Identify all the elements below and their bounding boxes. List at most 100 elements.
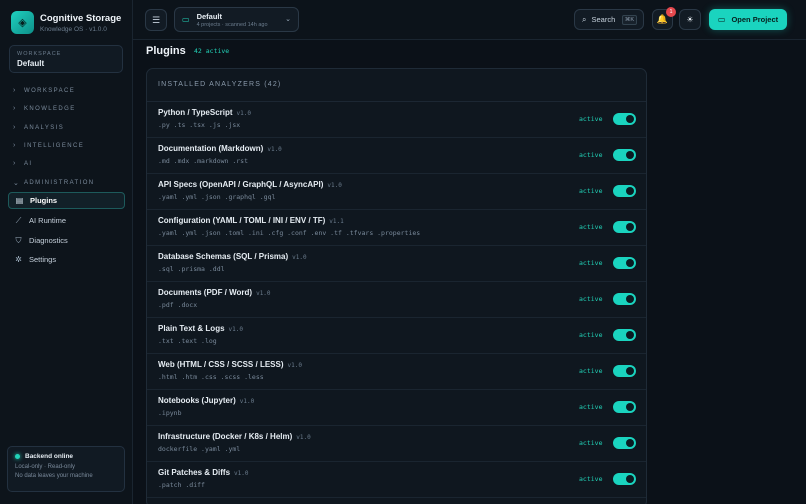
analyzer-toggle[interactable] — [613, 401, 636, 413]
nav-section-ai[interactable]: › AI — [13, 160, 32, 167]
analyzer-extensions: .md .mdx .markdown .rst — [158, 157, 249, 165]
analyzer-extensions: .ipynb — [158, 409, 182, 417]
analyzer-status: active — [579, 475, 603, 483]
chevron-right-icon: › — [13, 87, 17, 94]
analyzer-version: v1.0 — [256, 290, 271, 297]
analyzer-toggle[interactable] — [613, 221, 636, 233]
analyzer-row: Python / TypeScript v1.0 .py .ts .tsx .js … — [147, 102, 646, 138]
analyzer-toggle[interactable] — [613, 365, 636, 377]
analyzer-toggle[interactable] — [613, 473, 636, 485]
analyzer-toggle[interactable] — [613, 329, 636, 341]
search-shortcut: ⌘K — [621, 15, 637, 25]
chart-icon: ⟋ — [15, 215, 22, 225]
sidebar-item-diagnostics[interactable]: ⛉ Diagnostics — [8, 232, 125, 249]
chevron-down-icon: ⌄ — [13, 180, 21, 187]
analyzer-toggle[interactable] — [613, 113, 636, 125]
analyzer-toggle[interactable] — [613, 293, 636, 305]
sidebar-item-label: Diagnostics — [29, 236, 68, 245]
analyzer-extensions: .yaml .yml .json .toml .ini .cfg .conf .… — [158, 229, 421, 237]
analyzer-version: v1.0 — [287, 362, 302, 369]
analyzer-name: Documents (PDF / Word) v1.0 — [158, 288, 635, 297]
search-button[interactable]: ⌕ Search ⌘K — [574, 9, 644, 30]
analyzer-toggle[interactable] — [613, 185, 636, 197]
chevron-right-icon: › — [13, 160, 17, 167]
hamburger-icon: ☰ — [151, 14, 161, 25]
analyzer-name-text: Database Schemas (SQL / Prisma) — [158, 252, 289, 261]
workspace-label: WORKSPACE — [17, 51, 62, 57]
nav-section-analysis[interactable]: › ANALYSIS — [13, 124, 64, 131]
chevron-down-icon: ⌄ — [285, 16, 291, 23]
sidebar-item-plugins[interactable]: ▤ Plugins — [8, 192, 125, 209]
analyzer-name-text: Python / TypeScript — [158, 108, 233, 117]
toggle-knob — [626, 223, 634, 231]
analyzer-extensions: .txt .text .log — [158, 337, 217, 345]
theme-toggle-button[interactable]: ☀ — [679, 9, 701, 30]
analyzer-name-text: Documents (PDF / Word) — [158, 288, 253, 297]
sidebar-item-label: Plugins — [30, 196, 58, 205]
nav-section-label: AI — [24, 160, 33, 167]
toggle-knob — [626, 259, 634, 267]
notifications-button[interactable]: 🔔 1 — [652, 7, 676, 30]
analyzer-version: v1.0 — [296, 434, 311, 441]
sidebar-item-settings[interactable]: ✲ Settings — [8, 251, 125, 268]
workspace-selector[interactable]: WORKSPACE Default — [9, 45, 123, 73]
folder-icon: ▭ — [717, 15, 726, 24]
analyzer-row: Notebooks (Jupyter) v1.0 .ipynb active — [147, 390, 646, 426]
project-subtitle: 4 projects · scanned 14h ago — [196, 21, 268, 28]
sidebar-item-ai-runtime[interactable]: ⟋ AI Runtime — [8, 212, 125, 229]
nav-section-intelligence[interactable]: › INTELLIGENCE — [13, 142, 84, 149]
analyzer-toggle[interactable] — [613, 257, 636, 269]
analyzer-toggle[interactable] — [613, 149, 636, 161]
analyzer-name: Web (HTML / CSS / SCSS / LESS) v1.0 — [158, 360, 635, 369]
analyzer-status: active — [579, 439, 603, 447]
bell-icon: 🔔 — [656, 14, 669, 24]
analyzer-version: v1.1 — [329, 218, 344, 225]
nav-section-administration[interactable]: ⌄ ADMINISTRATION — [13, 179, 95, 187]
analyzer-list: Python / TypeScript v1.0 .py .ts .tsx .js … — [147, 102, 646, 498]
analyzer-row: Documents (PDF / Word) v1.0 .pdf .docx acti… — [147, 282, 646, 318]
nav-section-label: ADMINISTRATION — [24, 180, 95, 186]
toggle-knob — [626, 115, 634, 123]
analyzer-name: Infrastructure (Docker / K8s / Helm) v1.0 — [158, 432, 635, 441]
analyzer-status: active — [579, 259, 603, 267]
nav-section-label: ANALYSIS — [24, 124, 65, 131]
search-label: Search — [591, 15, 616, 24]
analyzer-row: Git Patches & Diffs v1.0 .patch .diff activ… — [147, 462, 646, 498]
analyzer-status: active — [579, 115, 603, 123]
analyzer-status: active — [579, 403, 603, 411]
nav-section-label: INTELLIGENCE — [24, 142, 85, 149]
project-selector[interactable]: ▭ Default 4 projects · scanned 14h ago ⌄ — [174, 7, 299, 32]
nav-section-workspace[interactable]: › WORKSPACE — [13, 87, 75, 94]
sidebar: ◈ Cognitive Storage Knowledge OS · v1.0.… — [0, 0, 133, 504]
analyzer-toggle[interactable] — [613, 437, 636, 449]
analyzer-extensions: .yaml .yml .json .graphql .gql — [158, 193, 276, 201]
analyzer-name: Database Schemas (SQL / Prisma) v1.0 — [158, 252, 635, 261]
chevron-right-icon: › — [13, 142, 17, 149]
project-name: Default — [196, 11, 222, 21]
backend-title: Backend online — [25, 453, 74, 460]
menu-button[interactable]: ☰ — [145, 9, 167, 31]
analyzer-name-text: API Specs (OpenAPI / GraphQL / AsyncAPI) — [158, 180, 324, 189]
analyzer-name: Documentation (Markdown) v1.0 — [158, 144, 635, 153]
active-count-badge: 42 active — [194, 47, 230, 55]
analyzer-version: v1.0 — [236, 110, 251, 117]
toggle-knob — [626, 403, 634, 411]
toggle-knob — [626, 475, 634, 483]
analyzer-name-text: Infrastructure (Docker / K8s / Helm) — [158, 432, 293, 441]
sidebar-item-label: AI Runtime — [29, 216, 67, 225]
backend-line1: Local-only · Read-only — [15, 464, 76, 470]
analyzer-version: v1.0 — [234, 470, 249, 477]
open-project-button[interactable]: ▭ Open Project — [709, 9, 787, 30]
status-dot-icon — [15, 454, 20, 459]
sidebar-item-label: Settings — [29, 255, 57, 264]
plugin-icon: ▤ — [15, 196, 24, 205]
nav-section-knowledge[interactable]: › KNOWLEDGE — [13, 105, 76, 112]
brand[interactable]: ◈ Cognitive Storage Knowledge OS · v1.0.… — [11, 11, 121, 34]
gear-icon: ✲ — [15, 255, 22, 264]
nav-section-label: KNOWLEDGE — [24, 105, 76, 112]
toggle-knob — [626, 439, 634, 447]
toggle-knob — [626, 151, 634, 159]
page-title: Plugins — [146, 45, 186, 57]
toggle-knob — [626, 187, 634, 195]
panel-heading: INSTALLED ANALYZERS (42) — [147, 69, 646, 102]
